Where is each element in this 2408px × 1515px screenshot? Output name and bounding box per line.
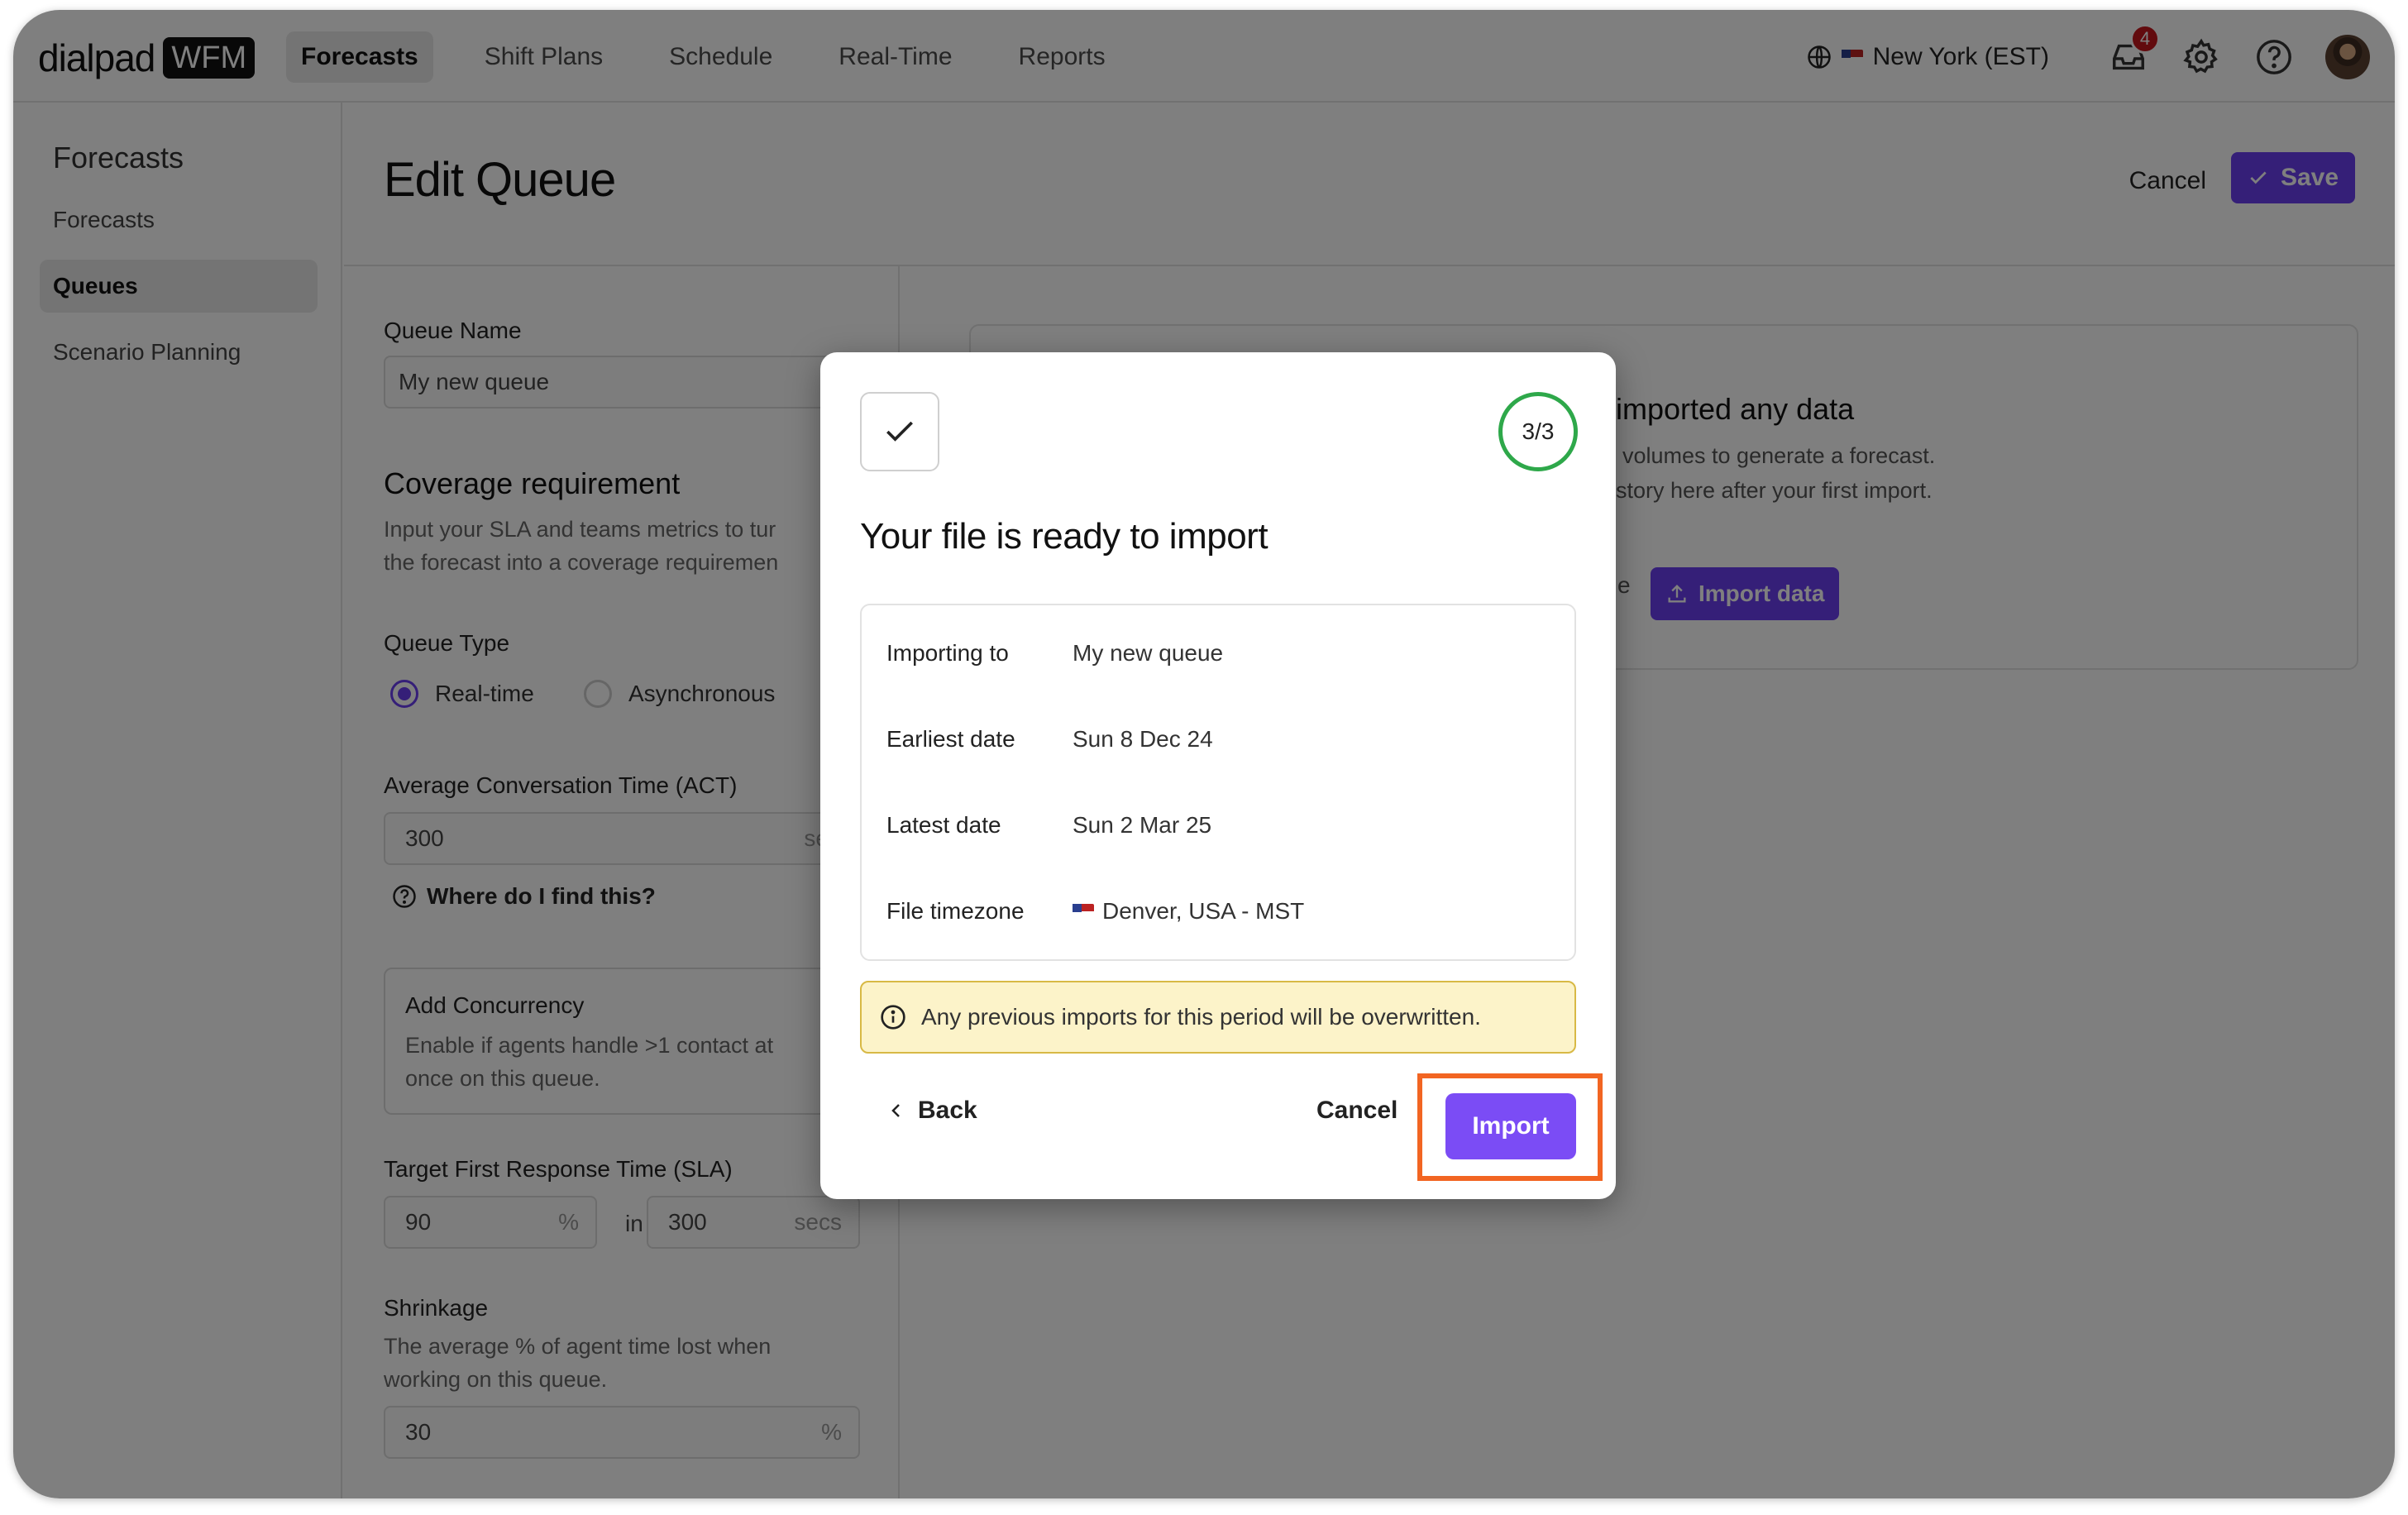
summary-value: Sun 2 Mar 25 [1073, 812, 1212, 838]
summary-key: Latest date [886, 812, 1001, 838]
summary-row-latest-date: Latest date Sun 2 Mar 25 [886, 809, 1211, 842]
summary-row-importing-to: Importing to My new queue [886, 637, 1223, 670]
import-button[interactable]: Import [1445, 1093, 1576, 1159]
check-box [860, 392, 939, 471]
import-summary: Importing to My new queue Earliest date … [860, 604, 1576, 961]
summary-key: Earliest date [886, 726, 1015, 752]
us-flag-icon [1073, 904, 1094, 919]
back-label: Back [918, 1097, 977, 1124]
back-button[interactable]: Back [886, 1097, 977, 1125]
overwrite-warning: Any previous imports for this period wil… [860, 981, 1576, 1054]
chevron-left-icon [891, 1104, 900, 1117]
summary-row-file-timezone: File timezone Denver, USA - MST [886, 895, 1304, 928]
checkmark-icon [886, 421, 913, 442]
warning-text: Any previous imports for this period wil… [921, 1004, 1481, 1030]
modal-title: Your file is ready to import [860, 516, 1268, 557]
step-indicator: 3/3 [1498, 392, 1578, 471]
summary-value: Sun 8 Dec 24 [1073, 726, 1213, 752]
timezone-value: Denver, USA - MST [1102, 898, 1305, 924]
modal-cancel-button[interactable]: Cancel [1316, 1097, 1398, 1125]
summary-value-timezone: Denver, USA - MST [1073, 898, 1304, 925]
summary-value: My new queue [1073, 640, 1224, 666]
summary-key: Importing to [886, 640, 1009, 666]
app-window: dialpad WFM Forecasts Shift Plans Schedu… [13, 10, 2395, 1498]
info-icon [881, 1005, 905, 1030]
summary-key: File timezone [886, 898, 1025, 924]
summary-row-earliest-date: Earliest date Sun 8 Dec 24 [886, 723, 1213, 756]
import-modal: 3/3 Your file is ready to import Importi… [820, 352, 1616, 1199]
